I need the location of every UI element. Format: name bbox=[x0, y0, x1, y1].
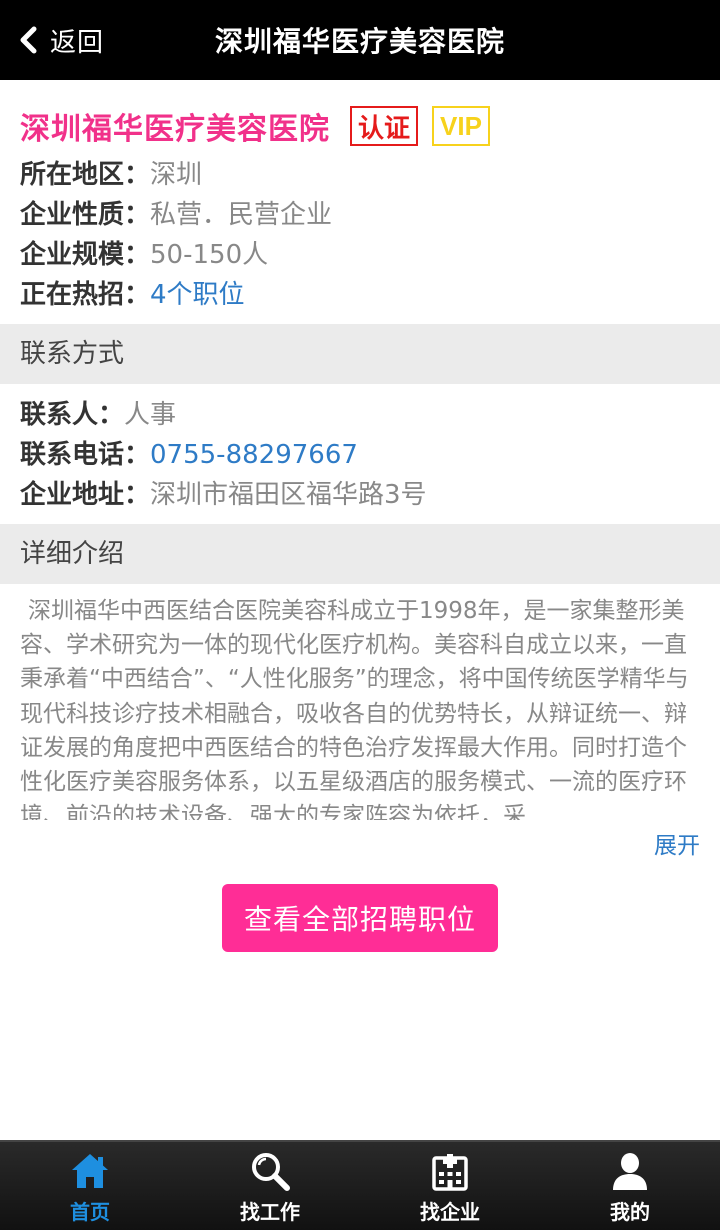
field-label: 企业性质： bbox=[20, 200, 151, 230]
field-value: 深圳 bbox=[150, 160, 203, 190]
company-info: 深圳福华医疗美容医院 认证 VIP 所在地区：深圳 企业性质：私营．民营企业 企… bbox=[0, 80, 720, 324]
field-label: 企业地址： bbox=[20, 480, 151, 510]
nav-home[interactable]: 首页 bbox=[0, 1142, 180, 1230]
field-value: 50-150人 bbox=[150, 240, 269, 270]
view-all-jobs-button[interactable]: 查看全部招聘职位 bbox=[222, 884, 498, 952]
field-hiring: 正在热招：4个职位 bbox=[20, 275, 245, 315]
expand-link[interactable]: 展开 bbox=[654, 826, 700, 860]
field-label: 正在热招： bbox=[20, 280, 151, 310]
field-address: 企业地址：深圳市福田区福华路3号 bbox=[20, 475, 427, 515]
field-phone: 联系电话：0755-88297667 bbox=[20, 435, 358, 475]
company-header: 深圳福华医疗美容医院 认证 VIP bbox=[20, 104, 490, 148]
field-value: 深圳市福田区福华路3号 bbox=[150, 480, 427, 510]
field-label: 所在地区： bbox=[20, 160, 151, 190]
phone-link[interactable]: 0755-88297667 bbox=[150, 440, 358, 470]
nav-label: 找企业 bbox=[420, 1200, 480, 1224]
hospital-icon bbox=[432, 1154, 468, 1191]
page-title: 深圳福华医疗美容医院 bbox=[214, 25, 505, 58]
company-detail-page: 返回 深圳福华医疗美容医院 深圳福华医疗美容医院 认证 VIP 所在地区：深圳 … bbox=[0, 0, 720, 1230]
bottom-nav: 首页 找工作 找企业 我的 bbox=[0, 1140, 720, 1230]
field-nature: 企业性质：私营．民营企业 bbox=[20, 195, 332, 235]
field-scale: 企业规模：50-150人 bbox=[20, 235, 268, 275]
nav-mine[interactable]: 我的 bbox=[540, 1142, 720, 1230]
company-name: 深圳福华医疗美容医院 bbox=[20, 112, 330, 147]
field-label: 企业规模： bbox=[20, 240, 151, 270]
nav-label: 首页 bbox=[70, 1200, 110, 1224]
hiring-positions-link[interactable]: 4个职位 bbox=[150, 280, 245, 310]
company-description: 深圳福华中西医结合医院美容科成立于1998年，是一家集整形美容、学术研究为一体的… bbox=[20, 598, 689, 820]
certified-badge: 认证 bbox=[350, 106, 419, 146]
vip-badge: VIP bbox=[432, 106, 490, 146]
top-bar: 返回 深圳福华医疗美容医院 bbox=[0, 0, 720, 80]
nav-label: 找工作 bbox=[240, 1200, 300, 1224]
contact-section-header: 联系方式 bbox=[0, 324, 720, 384]
field-region: 所在地区：深圳 bbox=[20, 155, 202, 195]
nav-label: 我的 bbox=[610, 1200, 650, 1224]
search-icon bbox=[252, 1153, 290, 1191]
detail-section-header: 详细介绍 bbox=[0, 524, 720, 584]
home-icon bbox=[72, 1154, 108, 1188]
field-label: 联系人： bbox=[20, 400, 125, 430]
field-label: 联系电话： bbox=[20, 440, 151, 470]
user-icon bbox=[613, 1153, 647, 1190]
field-contact-person: 联系人：人事 bbox=[20, 395, 176, 435]
field-value: 私营．民营企业 bbox=[150, 200, 333, 230]
field-value: 人事 bbox=[124, 400, 177, 430]
nav-find-job[interactable]: 找工作 bbox=[180, 1142, 360, 1230]
nav-find-company[interactable]: 找企业 bbox=[360, 1142, 540, 1230]
